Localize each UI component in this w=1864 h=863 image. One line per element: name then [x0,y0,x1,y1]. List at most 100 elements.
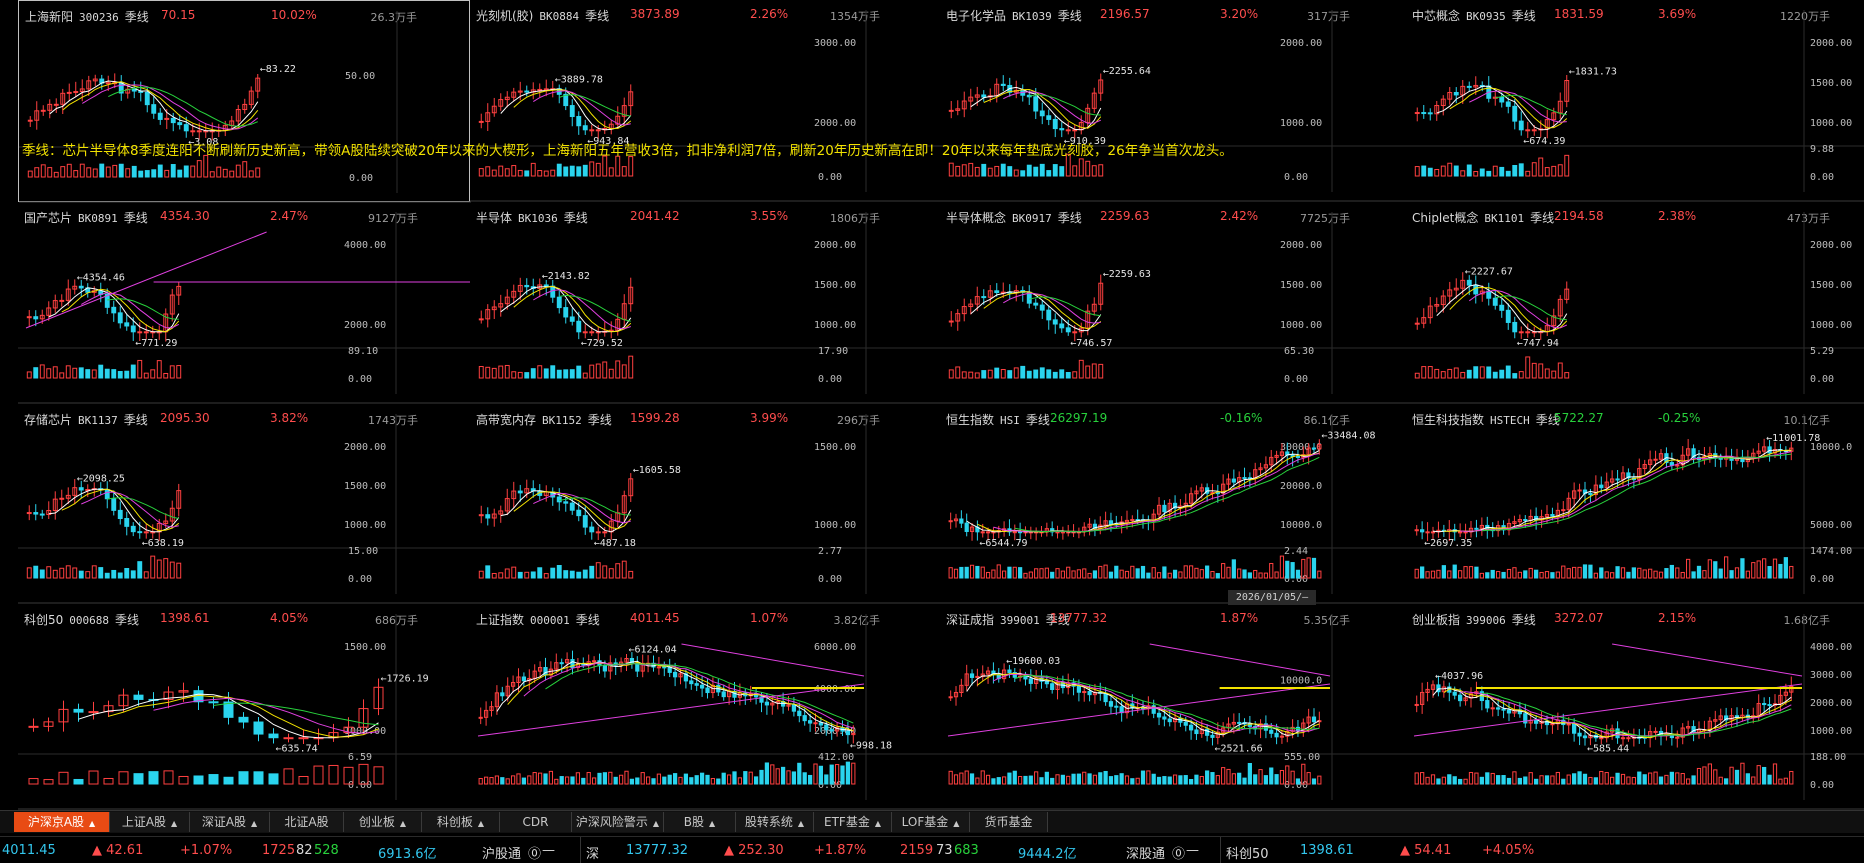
volume-bar [1039,568,1044,579]
sgt-info-icon[interactable]: ⓪ [1172,843,1185,862]
volume-bar [629,778,635,785]
kline-chart[interactable]: 4000.00 2000.00 89.10 0.00 ←4354.46 ←771.29 [18,202,470,404]
chart-panel[interactable]: 电子化学品 BK1039 季线 2196.57 3.20% 317万手 2000.00 100… [940,0,1406,202]
market-tab[interactable]: LOF基金 ▲ [892,812,970,832]
volume-bar [248,170,254,178]
volume-bar [1135,568,1140,579]
kline-chart[interactable]: 50.000.00←83.22←3.08 [19,1,471,203]
market-tab[interactable]: 货币基金 [970,812,1048,832]
market-tab[interactable]: B股 ▲ [664,812,736,832]
market-tab[interactable]: CDR [500,812,572,832]
volume-bar [1724,556,1729,579]
volume-bar [1258,572,1263,579]
volume-bar [824,774,829,785]
volume-bar [1156,776,1162,785]
volume-bar [1146,770,1151,785]
kline-chart[interactable]: 2000.00 1500.00 1000.00 9.88 0.00 ←1831.73 ←67… [1406,0,1864,202]
chart-panel[interactable]: 恒生指数 HSI 季线 26297.19 -0.16% 86.1亿手 30000.0 2000… [940,404,1406,604]
y-tick-label: 1000.00 [814,520,856,531]
volume-bar [628,570,634,579]
kline-chart[interactable]: 3000.002000.000.00←3889.78←943.84 [470,0,940,202]
market-tab[interactable]: 股转系统 ▲ [736,812,814,832]
volume-bar [485,166,491,177]
kline-chart[interactable]: 2000.00 1500.00 1000.00 17.90 0.00 ←2143.82 ←7… [470,202,940,404]
volume-bar [1669,771,1674,785]
volume-bar [1734,769,1740,785]
kline-chart[interactable]: 1500.001000.006.590.00←1726.19←635.74 [18,604,470,810]
volume-bar [1538,157,1544,177]
kline-chart[interactable]: 2000.00 1500.00 1000.00 5.29 0.00 ←2227.67 ←74… [1406,202,1864,404]
chart-panel[interactable]: Chiplet概念 BK1101 季线 2194.58 2.38% 473万手 2000.0… [1406,202,1864,404]
market-tab[interactable]: 北证A股 [270,812,344,832]
chart-panel[interactable]: 存储芯片 BK1137 季线 2095.30 3.82% 1743万手 2000.00 150… [18,404,470,604]
volume-bar [1696,767,1702,785]
kline-chart[interactable]: 2000.00 1500.00 1000.00 15.00 0.00 ←2098.25 ←6… [18,404,470,604]
chart-panel[interactable]: 科创50000688季线1398.614.05%686万手1500.001000… [18,604,470,810]
kline-chart[interactable]: 1500.00 1000.00 2.77 0.00 ←1605.58 ←487.18 [470,404,940,604]
candle [969,673,975,678]
moving-average-line [1460,451,1792,532]
volume-bar [1512,771,1517,785]
candle [283,737,294,740]
volume-bar [170,164,176,178]
volume-bar [43,779,54,785]
candle [1018,531,1023,534]
market-tab[interactable]: 上证A股 ▲ [110,812,190,832]
kline-chart[interactable]: 6000.004000.002000.00412.000.00←6124.04←… [470,604,940,810]
volume-bar [163,770,174,785]
market-tab[interactable]: 沪深风险警示 ▲ [572,812,664,832]
kline-chart[interactable]: 10000.0555.000.00←19600.03←2521.66 [940,604,1406,810]
volume-bar [1135,777,1140,785]
chart-panel[interactable]: 国产芯片 BK0891 季线 4354.30 2.47% 9127万手 4000.00 200… [18,202,470,404]
volume-bar [1039,777,1044,785]
volume-bar [1263,572,1269,579]
volume-bar [1479,776,1484,785]
volume-bar [1544,571,1550,579]
volume-bar [537,170,543,177]
volume-bar [530,162,536,177]
volume-bar [1473,366,1479,379]
market-tab[interactable]: ETF基金 ▲ [814,812,892,832]
volume-bar [1066,775,1071,785]
volume-bar [563,570,569,579]
volume-bar [1561,565,1566,579]
chart-panel[interactable]: 半导体 BK1036 季线 2041.42 3.55% 1806万手 2000.00 1500… [470,202,940,404]
chart-panel[interactable]: 恒生科技指数 HSTECH 季线 5722.27 -0.25% 10.1亿手 10000.0… [1406,404,1864,604]
chart-panel[interactable]: 上海新阳 300236 季线 70.15 10.02% 26.3万手 50.00 0.00 ←8… [18,0,471,203]
volume-bar [959,566,964,579]
volume-bar [1078,158,1084,177]
chart-panel[interactable]: 高带宽内存 BK1152 季线 1599.28 3.99% 296万手 1500.00 100… [470,404,940,604]
kline-chart[interactable]: 4000.00 3000.00 2000.00 1000.00 188.00 0.00 ←4… [1406,604,1864,810]
market-tab[interactable]: 深证A股 ▲ [190,812,270,832]
kline-chart[interactable]: 2000.00 1500.00 1000.00 65.30 0.00 ←2259.63 ←7… [940,202,1406,404]
sgt-label[interactable]: 深股通 [1126,843,1165,862]
candle [1486,290,1492,299]
volume-bar [1274,571,1279,579]
chart-panel[interactable]: 半导体概念 BK0917 季线 2259.63 2.42% 7725万手 2000.00 15… [940,202,1406,404]
chart-panel[interactable]: 创业板指 399006 季线 3272.07 2.15% 1.68亿手 4000.00 300… [1406,604,1864,810]
chart-panel[interactable]: 光刻机(胶) BK0884 季线 3873.89 2.26% 1354万手 3000.00 2… [470,0,940,202]
chart-panel[interactable]: 深证成指 399001 季线 13777.32 1.87% 5.35亿手 10000.0 55… [940,604,1406,810]
market-tab[interactable]: 沪深京A股 ▲ [14,812,110,832]
volume-bar [1055,774,1060,785]
volume-bar [1425,571,1430,579]
hgt-label[interactable]: 沪股通 [482,843,521,862]
volume-bar [948,369,954,379]
volume-bar [73,170,79,178]
hgt-info-icon[interactable]: ⓪ [528,843,541,862]
kline-chart[interactable]: 30000.020000.010000.02.440.00←33484.08←6… [940,404,1406,604]
volume-bar [550,169,556,177]
volume-bar [1557,164,1563,177]
volume-bar [974,166,980,177]
vol-tick-label: 65.30 [1284,346,1314,357]
kline-chart[interactable]: 10000.05000.001474.000.00←11001.78←2697.… [1406,404,1864,604]
volume-bar [1091,165,1097,177]
sz-down-count: 683 [954,843,979,858]
chart-panel[interactable]: 中芯概念 BK0935 季线 1831.59 3.69% 1220万手 2000.00 150… [1406,0,1864,202]
kline-chart[interactable]: 2000.001000.000.00←2255.64←910.39 [940,0,1406,202]
chart-panel[interactable]: 上证指数 000001 季线 4011.45 1.07% 3.82亿手 6000.00 400… [470,604,940,810]
market-tab[interactable]: 科创板 ▲ [422,812,500,832]
tab-label: 货币基金 [984,815,1033,829]
volume-bar [1210,772,1215,785]
market-tab[interactable]: 创业板 ▲ [344,812,422,832]
